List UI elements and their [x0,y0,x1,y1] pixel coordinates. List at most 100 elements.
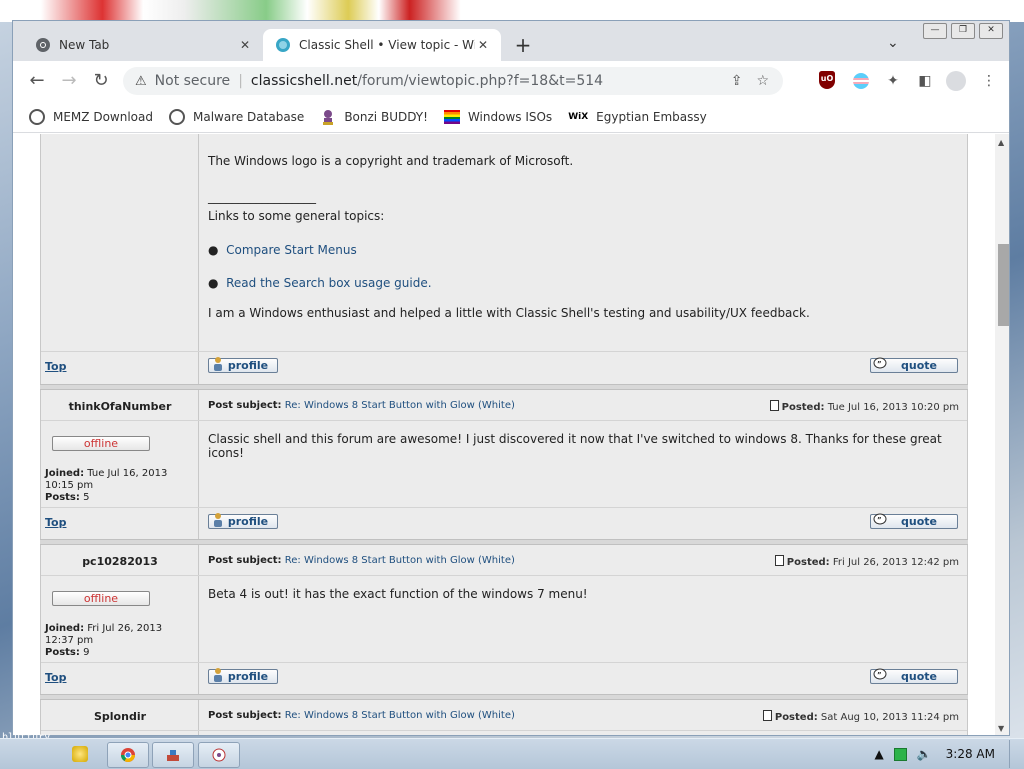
security-label[interactable]: Not secure [155,73,231,89]
forward-arrow-icon[interactable]: → [59,71,79,91]
signature-link-item: ● Read the Search box usage guide. [208,276,959,290]
post-thinkofanumber: thinkOfaNumber Post subject: Re: Windows… [40,390,968,539]
ublock-icon[interactable]: uO [819,71,835,89]
scrollbar-thumb[interactable] [998,244,1009,326]
start-icon[interactable] [72,746,88,762]
minimize-button[interactable]: — [923,23,947,39]
post-subject: Post subject: Re: Windows 8 Start Button… [208,555,515,566]
maximize-button[interactable]: ❐ [951,23,975,39]
row-separator [41,351,967,352]
address-separator: | [238,73,243,89]
tab-classic-shell[interactable]: Classic Shell • View topic - Windo ✕ [263,29,501,61]
top-link[interactable]: Top [45,360,66,373]
post-author[interactable]: thinkOfaNumber [41,400,199,413]
top-link[interactable]: Top [45,671,66,684]
close-window-button[interactable]: ✕ [979,23,1003,39]
joined-time: 12:37 pm [45,635,94,646]
bonzi-icon [212,748,226,762]
post-splondir: Splondir Post subject: Re: Windows 8 Sta… [40,700,968,735]
warning-icon[interactable]: ⚠ [135,74,147,89]
joined-label: Joined: [45,623,85,634]
scroll-up-arrow-icon[interactable]: ▲ [998,138,1004,147]
profile-avatar[interactable] [946,71,966,91]
clock-time[interactable]: 3:28 AM [946,747,995,761]
taskbar-app-button[interactable] [152,742,194,768]
scroll-down-arrow-icon[interactable]: ▼ [998,724,1004,733]
classic-shell-icon [276,38,290,52]
button-label: quote [901,359,937,372]
post-author[interactable]: pc10282013 [41,555,199,568]
posted-label: Posted: [774,712,818,723]
taskbar-bonzi-button[interactable] [198,742,240,768]
back-arrow-icon[interactable]: ← [27,71,47,91]
bookmark-windows-isos[interactable]: Windows ISOs [443,109,553,124]
link-search-box-guide[interactable]: Read the Search box usage guide. [226,276,431,290]
url-path: /forum/viewtopic.php?f=18&t=514 [357,73,604,89]
subject-label: Post subject: [208,400,282,411]
profile-button[interactable]: profile [208,513,278,529]
url-text[interactable]: classicshell.net/forum/viewtopic.php?f=1… [251,73,603,89]
subject-label: Post subject: [208,710,282,721]
bookmark-bonzi-buddy[interactable]: Bonzi BUDDY! [320,109,428,125]
show-desktop-button[interactable] [1009,740,1018,768]
profile-button[interactable]: profile [208,668,278,684]
button-label: quote [901,670,937,683]
menu-kebab-icon[interactable]: ⋮ [979,71,999,91]
tab-new-tab[interactable]: New Tab ✕ [23,29,263,61]
bookmark-malware-database[interactable]: Malware Database [168,108,305,125]
bookmark-label: MEMZ Download [53,109,153,124]
bookmark-star-icon[interactable]: ☆ [756,73,769,89]
post-subject-link[interactable]: Re: Windows 8 Start Button with Glow (Wh… [285,400,515,411]
extensions-puzzle-icon[interactable]: ✦ [883,71,903,91]
post-icon[interactable] [774,555,784,566]
bookmark-memz[interactable]: MEMZ Download [29,108,153,125]
button-label: quote [901,515,937,528]
close-tab-icon[interactable]: ✕ [237,38,253,52]
side-panel-icon[interactable]: ◧ [915,71,935,91]
bookmark-label: Windows ISOs [467,109,553,124]
post-icon[interactable] [769,400,779,411]
posts-count: 9 [83,647,90,658]
profile-button[interactable]: profile [208,357,278,373]
taskbar-chrome-button[interactable] [107,742,149,768]
posted-value: Sat Aug 10, 2013 11:24 pm [820,712,959,723]
address-bar[interactable]: ⚠ Not secure | classicshell.net/forum/vi… [123,67,783,95]
row-separator [41,730,967,731]
quote-button[interactable]: ” quote [870,357,958,373]
reload-icon[interactable]: ↻ [91,71,111,91]
post-subject-link[interactable]: Re: Windows 8 Start Button with Glow (Wh… [285,710,515,721]
post-subject: Post subject: Re: Windows 8 Start Button… [208,710,515,721]
close-tab-icon[interactable]: ✕ [475,38,491,52]
post-author[interactable]: Splondir [41,710,199,723]
author-meta: Joined: Tue Jul 16, 2013 10:15 pm Posts:… [45,468,195,504]
network-status-icon[interactable] [893,747,907,761]
quote-button[interactable]: ” quote [870,513,958,529]
tab-title: New Tab [59,38,110,52]
bullet-icon: ● [208,276,219,290]
volume-icon[interactable]: 🔈 [917,747,932,761]
quote-button[interactable]: ” quote [870,668,958,684]
bookmark-egyptian-embassy[interactable]: WiX Egyptian Embassy [568,109,707,125]
offline-status-badge: offline [52,591,150,606]
joined-time: 10:15 pm [45,480,94,491]
button-label: profile [227,359,269,372]
browser-window: New Tab ✕ Classic Shell • View topic - W… [12,20,1010,736]
subject-label: Post subject: [208,555,282,566]
bookmark-label: Malware Database [192,109,305,124]
show-hidden-icons-icon[interactable]: ▲ [874,747,883,761]
tab-search-icon[interactable]: ⌄ [887,35,899,51]
post-icon[interactable] [762,710,772,721]
page-scrollbar[interactable]: ▲ ▼ [995,134,1009,735]
posted-label: Posted: [786,557,830,568]
link-compare-start-menus[interactable]: Compare Start Menus [226,243,357,257]
share-icon[interactable]: ⇪ [731,73,743,89]
post-body-column: The Windows logo is a copyright and trad… [199,134,967,384]
top-link[interactable]: Top [45,516,66,529]
new-tab-button[interactable]: + [513,35,533,55]
window-controls: — ❐ ✕ [923,23,1003,39]
extension-flag-icon[interactable] [853,73,869,89]
bullet-icon: ● [208,243,219,257]
tab-strip: New Tab ✕ Classic Shell • View topic - W… [13,21,1009,61]
post-subject-link[interactable]: Re: Windows 8 Start Button with Glow (Wh… [285,555,515,566]
joined-label: Joined: [45,468,85,479]
